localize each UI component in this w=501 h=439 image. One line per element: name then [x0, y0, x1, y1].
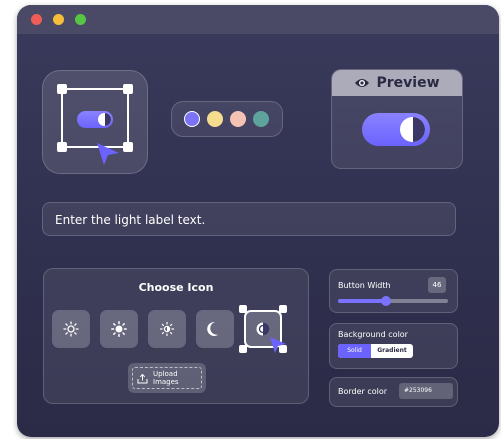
icon-option-sun-outline[interactable] [52, 310, 90, 348]
upload-icon [137, 373, 148, 383]
border-color-input[interactable]: #253096 [399, 383, 453, 399]
contrast-icon [400, 117, 425, 142]
background-type-toggle: Solid Gradient [338, 344, 413, 358]
swatch-yellow[interactable] [207, 111, 223, 127]
sun-filled-icon [111, 321, 127, 337]
background-color-label: Background color [338, 330, 408, 339]
icon-option-moon[interactable] [196, 310, 234, 348]
button-width-slider[interactable] [338, 296, 448, 306]
cursor-icon [270, 337, 286, 353]
choose-icon-panel: Choose Icon Upload Images [43, 268, 309, 404]
icon-option-contrast[interactable] [239, 305, 287, 353]
contrast-icon [256, 322, 270, 336]
toggle-switch [77, 111, 113, 128]
button-width-value[interactable]: 46 [428, 277, 446, 293]
button-width-label: Button Width [338, 281, 391, 290]
resize-handle-top-left[interactable] [239, 305, 247, 313]
background-color-panel: Background color Solid Gradient [329, 323, 458, 369]
swatch-teal[interactable] [253, 111, 269, 127]
eye-icon [355, 79, 370, 87]
solid-option[interactable]: Solid [338, 344, 371, 358]
border-color-panel: Border color #253096 [329, 377, 458, 407]
icon-option-sun-filled[interactable] [100, 310, 138, 348]
label-text-input[interactable]: Enter the light label text. [42, 202, 456, 236]
cursor-icon [97, 143, 119, 165]
swatch-purple[interactable] [184, 111, 200, 127]
sun-outline-icon [63, 321, 79, 337]
maximize-window-button[interactable] [75, 14, 86, 25]
resize-handle-top-right[interactable] [279, 305, 287, 313]
icon-option-sun-small[interactable] [148, 310, 186, 348]
slider-thumb[interactable] [381, 296, 392, 306]
color-swatch-bar [171, 101, 283, 137]
contrast-icon [98, 113, 111, 126]
resize-handle-top-right[interactable] [123, 84, 133, 94]
minimize-window-button[interactable] [53, 14, 64, 25]
preview-header: Preview [332, 70, 462, 96]
upload-images-button[interactable]: Upload Images [128, 363, 206, 393]
app-window: Preview Enter the light label text. Choo… [17, 5, 499, 437]
sun-small-icon [159, 321, 175, 337]
preview-card: Preview [331, 69, 463, 169]
moon-icon [207, 321, 219, 336]
slider-fill [338, 299, 387, 303]
resize-handle-bottom-right[interactable] [123, 142, 133, 152]
swatch-peach[interactable] [230, 111, 246, 127]
resize-handle-bottom-left[interactable] [57, 142, 67, 152]
preview-toggle[interactable] [362, 113, 430, 146]
choose-icon-title: Choose Icon [138, 281, 214, 294]
toggle-icon-card[interactable] [42, 70, 148, 174]
border-color-label: Border color [338, 387, 388, 396]
preview-title: Preview [376, 75, 440, 91]
button-width-panel: Button Width 46 [329, 269, 458, 313]
title-bar [17, 5, 499, 34]
close-window-button[interactable] [31, 14, 42, 25]
upload-images-label: Upload Images [153, 370, 179, 386]
resize-handle-top-left[interactable] [57, 84, 67, 94]
resize-handle-bottom-left[interactable] [239, 345, 247, 353]
gradient-option[interactable]: Gradient [371, 344, 413, 358]
selection-box [57, 84, 133, 152]
